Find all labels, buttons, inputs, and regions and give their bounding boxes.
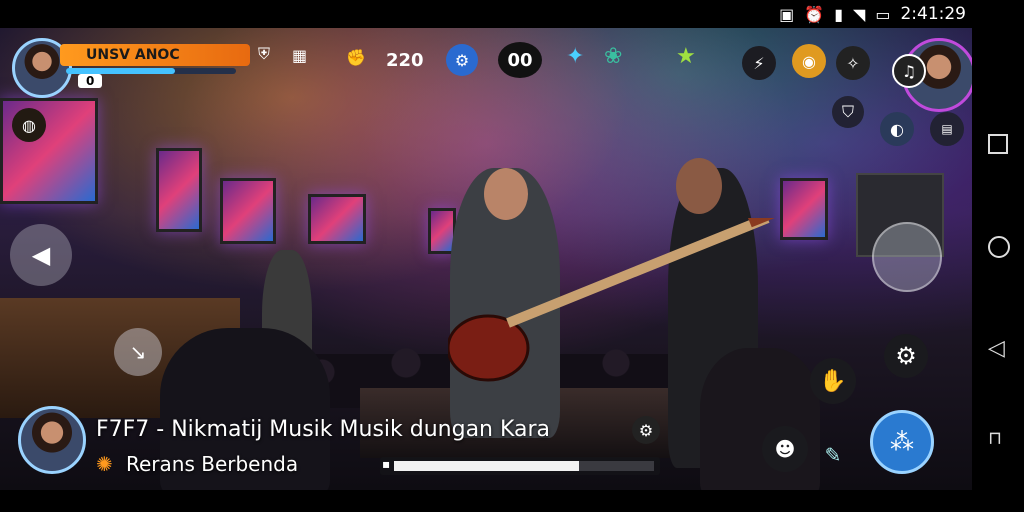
sun-icon: ✺	[96, 452, 113, 476]
medal-icon[interactable]: ◉	[792, 44, 826, 78]
music-note-icon[interactable]: ♫	[892, 54, 926, 88]
recent-apps-button[interactable]	[988, 134, 1008, 154]
settings-icon[interactable]: ⚙	[884, 334, 928, 378]
level-badge: 0	[78, 74, 103, 88]
coin-bag-icon[interactable]: ◍	[12, 108, 46, 142]
home-button[interactable]	[988, 236, 1010, 258]
leaf-icon[interactable]: ❀	[604, 44, 622, 69]
shield-icon[interactable]: ⛨	[258, 44, 270, 64]
alarm-icon: ⏰	[804, 4, 825, 24]
bass-guitar	[448, 218, 778, 382]
bassist-right-head	[676, 158, 722, 214]
puzzle-icon[interactable]: ✦	[566, 44, 584, 69]
progress-marker-icon: ▪	[382, 457, 391, 471]
game-viewport[interactable]: UNSV ANOC 0 ⛨ ▦ ✊ 220 ⚙ 00 ✦ ❀ ★ ⚡ ◉ ✧ ♫…	[0, 28, 972, 490]
emblem-icon[interactable]: ✧	[836, 46, 870, 80]
guitarist-center-head	[484, 168, 528, 220]
coin-counter: 220	[386, 50, 424, 71]
android-nav-bar: ◁ ⊓	[972, 28, 1024, 512]
wifi-icon: ◥	[853, 4, 866, 24]
emote-icon[interactable]: ☻	[762, 426, 808, 472]
stats-icon[interactable]: ▤	[930, 112, 964, 146]
wall-screen-6	[780, 178, 828, 240]
wall-screen-3	[220, 178, 276, 244]
playback-progress[interactable]: ▪	[380, 457, 660, 475]
wall-screen-4	[308, 194, 366, 244]
caption-avatar[interactable]	[18, 406, 86, 474]
bolt-icon[interactable]: ⚡	[742, 46, 776, 80]
player-name-bar: UNSV ANOC	[60, 44, 250, 66]
star-icon[interactable]: ★	[676, 44, 696, 69]
split-screen-button[interactable]: ⊓	[988, 428, 1010, 450]
back-button[interactable]: ◁	[988, 336, 1010, 361]
progress-fill	[394, 461, 579, 471]
robot-icon[interactable]: ⚙	[446, 44, 478, 76]
chest-icon[interactable]: ▦	[292, 46, 307, 65]
status-bar: ▣ ⏰ ▮ ◥ ▭ 2:41:29	[0, 0, 1024, 28]
nfc-icon: ▣	[779, 4, 795, 24]
score-counter: 00	[498, 42, 542, 78]
joystick-button[interactable]: ↘	[114, 328, 162, 376]
fist-icon[interactable]: ✊	[346, 48, 366, 67]
signal-icon: ▮	[834, 4, 844, 24]
shield-badge-icon[interactable]: ⛉	[832, 96, 864, 128]
small-settings-icon[interactable]: ⚙	[632, 416, 660, 444]
hand-icon[interactable]: ✋	[810, 358, 856, 404]
letterbox-bottom	[0, 490, 972, 512]
clock-time: 2:41:29	[900, 4, 966, 24]
camera-rotate-button[interactable]: ◀	[10, 224, 72, 286]
wall-screen-2	[156, 148, 202, 232]
song-subtitle: Rerans Berbenda	[126, 452, 299, 476]
song-title: F7F7 - Nikmatij Musik Musik dungan Kara	[96, 417, 551, 442]
player-name: UNSV ANOC	[86, 47, 180, 63]
chat-icon[interactable]: ✎	[818, 440, 848, 470]
camera-joystick[interactable]	[872, 222, 942, 292]
progress-track	[394, 461, 654, 471]
globe-icon[interactable]: ◐	[880, 112, 914, 146]
action-button[interactable]: ⁂	[870, 410, 934, 474]
battery-icon: ▭	[875, 4, 891, 24]
